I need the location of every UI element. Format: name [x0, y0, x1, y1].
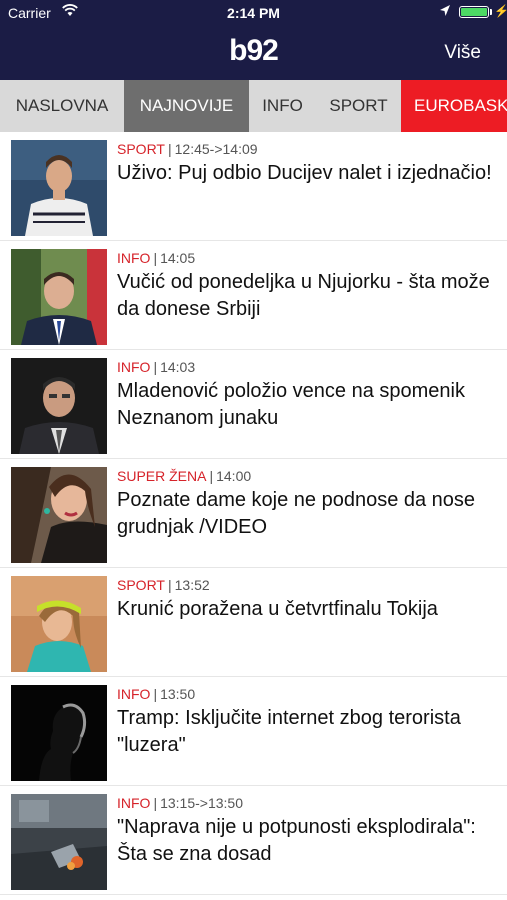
article-title: Krunić poražena u četvrtfinalu Tokija	[117, 598, 438, 620]
tab-info[interactable]: INFO	[249, 80, 316, 132]
article-meta: INFO | 14:05	[117, 250, 196, 266]
article-meta: SPORT | 13:52	[117, 577, 210, 593]
article-meta: SUPER ŽENA | 14:00	[117, 468, 252, 484]
article-thumbnail	[11, 794, 107, 890]
status-time: 2:14 PM	[227, 5, 280, 21]
article-time: 13:52	[174, 577, 210, 593]
tab-sport[interactable]: SPORT	[316, 80, 401, 132]
battery-icon	[459, 6, 489, 18]
battery-tip	[490, 9, 492, 15]
article-thumbnail	[11, 467, 107, 563]
article-meta: INFO | 14:03	[117, 359, 196, 375]
article-category: INFO	[117, 686, 151, 702]
article-category: INFO	[117, 795, 151, 811]
article-meta: INFO | 13:15->13:50	[117, 795, 243, 811]
article-title: "Naprava nije u potpunosti eksplodirala"…	[117, 816, 476, 865]
tab-eurobasket[interactable]: EUROBASKET	[401, 80, 507, 132]
list-item[interactable]: INFO | 13:15->13:50 "Naprava nije u potpun…	[0, 786, 507, 895]
article-thumbnail	[11, 685, 107, 781]
article-thumbnail	[11, 140, 107, 236]
b92-logo[interactable]: b92	[0, 34, 507, 68]
list-item[interactable]: SUPER ŽENA | 14:00 Poznate dame koje ne po…	[0, 459, 507, 568]
article-time: 14:00	[216, 468, 252, 484]
article-title: Poznate dame koje ne podnose da nose gru…	[117, 489, 476, 538]
article-meta: SPORT | 12:45->14:09	[117, 141, 258, 157]
article-title: Mladenović položio vence na spomenik Nez…	[117, 380, 465, 429]
article-title: Tramp: Isključite internet zbog terorist…	[117, 707, 461, 756]
charging-icon: ⚡	[494, 4, 507, 18]
tab-najnovije[interactable]: NAJNOVIJE	[124, 80, 249, 132]
more-button[interactable]: Više	[444, 42, 481, 64]
location-icon	[440, 5, 450, 16]
article-thumbnail	[11, 576, 107, 672]
article-title: Uživo: Puj odbio Ducijev nalet i izjedna…	[117, 162, 492, 184]
list-item[interactable]: SPORT | 13:52 Krunić poražena u četvrtfina…	[0, 568, 507, 677]
tab-naslovna[interactable]: NASLOVNA	[0, 80, 124, 132]
article-thumbnail	[11, 249, 107, 345]
article-time: 14:03	[160, 359, 196, 375]
article-category: SPORT	[117, 141, 165, 157]
app-header: Carrier 2:14 PM ⚡ b92 Više	[0, 0, 507, 80]
article-meta: INFO | 13:50	[117, 686, 196, 702]
list-item[interactable]: INFO | 13:50 Tramp: Isključite internet zb…	[0, 677, 507, 786]
article-category: SPORT	[117, 577, 165, 593]
category-tabs: NASLOVNA NAJNOVIJE INFO SPORT EUROBASKET	[0, 80, 507, 132]
article-time: 13:50	[160, 686, 196, 702]
article-thumbnail	[11, 358, 107, 454]
article-time: 12:45->14:09	[174, 141, 258, 157]
article-category: INFO	[117, 359, 151, 375]
article-category: SUPER ŽENA	[117, 468, 207, 484]
article-title: Vučić od ponedeljka u Njujorku - šta mož…	[117, 271, 490, 320]
news-list: SPORT | 12:45->14:09 Uživo: Puj odbio Duci…	[0, 132, 507, 895]
article-category: INFO	[117, 250, 151, 266]
list-item[interactable]: INFO | 14:03 Mladenović položio vence na s…	[0, 350, 507, 459]
list-item[interactable]: INFO | 14:05 Vučić od ponedeljka u Njujork…	[0, 241, 507, 350]
article-time: 13:15->13:50	[160, 795, 243, 811]
list-item[interactable]: SPORT | 12:45->14:09 Uživo: Puj odbio Duci…	[0, 132, 507, 241]
article-time: 14:05	[160, 250, 196, 266]
status-bar: Carrier 2:14 PM ⚡	[0, 0, 507, 26]
